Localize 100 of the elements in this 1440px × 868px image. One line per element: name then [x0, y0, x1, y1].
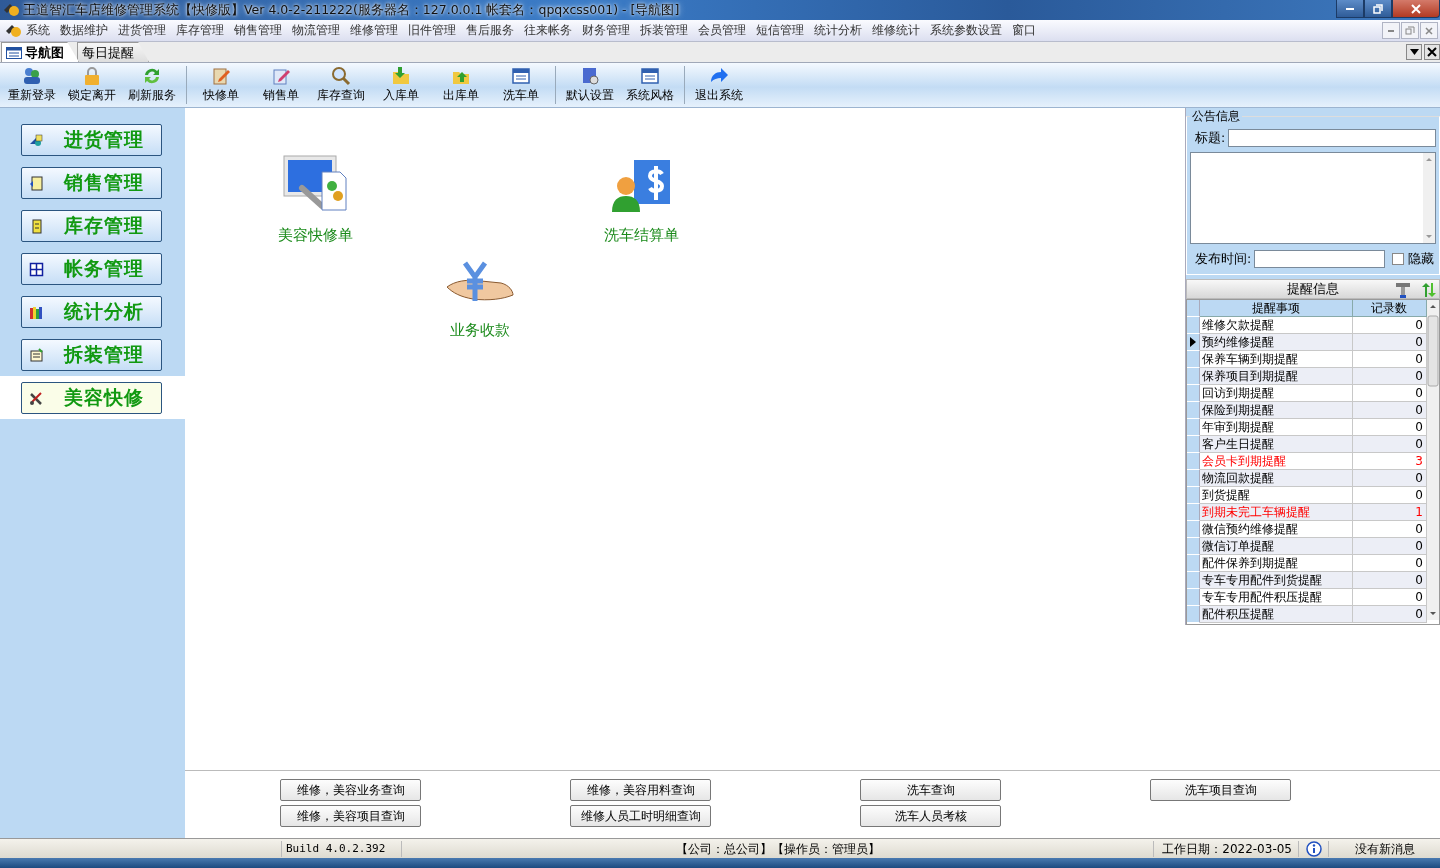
document-icon: [29, 175, 44, 191]
info-icon: [1305, 840, 1322, 857]
shortcut-item[interactable]: 美容快修单: [255, 152, 375, 245]
minimize-icon: [1346, 7, 1354, 10]
toolbar-button[interactable]: 出库单: [431, 63, 491, 107]
message-label: 没有新消息: [1353, 840, 1416, 857]
close-icon: [1427, 47, 1437, 57]
panel-title: 提醒信息: [1287, 280, 1339, 298]
menu-item[interactable]: 统计分析: [809, 23, 867, 38]
column-header[interactable]: 记录数: [1353, 300, 1427, 317]
menu-item[interactable]: 拆装管理: [635, 23, 693, 38]
shortcut-item[interactable]: 业务收款: [420, 247, 540, 340]
toolbar-button[interactable]: 退出系统: [689, 63, 749, 107]
restore-button[interactable]: [1364, 0, 1392, 18]
toolbar-button[interactable]: 快修单: [191, 63, 251, 107]
app-icon: [5, 23, 21, 38]
table-cell: 0: [1353, 538, 1427, 555]
table-cell: 预约维修提醒: [1200, 334, 1353, 351]
table-cell: 微信订单提醒: [1200, 538, 1353, 555]
menu-item[interactable]: 往来帐务: [519, 23, 577, 38]
minimize-icon: [1388, 29, 1394, 32]
menu-item[interactable]: 短信管理: [751, 23, 809, 38]
menu-item[interactable]: 物流管理: [287, 23, 345, 38]
column-header[interactable]: 提醒事项: [1200, 300, 1353, 317]
date-field[interactable]: [1254, 250, 1385, 268]
menu-item[interactable]: 财务管理: [577, 23, 635, 38]
settings-icon: [580, 66, 600, 86]
sidebar-item[interactable]: 美容快修: [21, 382, 162, 414]
table-cell: 0: [1353, 334, 1427, 351]
tab[interactable]: 每日提醒: [77, 42, 149, 62]
dropdown-button[interactable]: [1406, 44, 1422, 60]
query-button[interactable]: 洗车项目查询: [1150, 779, 1291, 801]
table-cell: 保险到期提醒: [1200, 402, 1353, 419]
restore-icon: [1373, 3, 1383, 14]
tab[interactable]: 导航图: [1, 42, 79, 62]
panel-title: 公告信息: [1191, 108, 1241, 125]
tools-icon: [29, 390, 44, 406]
query-button[interactable]: 洗车查询: [860, 779, 1001, 801]
toolbar-button[interactable]: 洗车单: [491, 63, 551, 107]
menu-item[interactable]: 系统参数设置: [925, 23, 1007, 38]
query-button[interactable]: 维修，美容项目查询: [280, 805, 421, 827]
menu-item[interactable]: 销售管理: [229, 23, 287, 38]
notepad-icon: [29, 347, 44, 363]
toolbar-button[interactable]: 入库单: [371, 63, 431, 107]
window-icon: [511, 66, 531, 86]
query-button[interactable]: 维修，美容业务查询: [280, 779, 421, 801]
refresh-icon[interactable]: [1421, 282, 1437, 298]
menu-item[interactable]: 维修统计: [867, 23, 925, 38]
app-icon: [3, 2, 19, 18]
menu-item[interactable]: 旧件管理: [403, 23, 461, 38]
toolbar-button[interactable]: 销售单: [251, 63, 311, 107]
menu-item[interactable]: 系统: [21, 23, 55, 38]
clipboard-icon: [211, 66, 231, 86]
grid-icon: [29, 261, 44, 277]
checkbox[interactable]: [1392, 253, 1404, 265]
shortcut-item[interactable]: 洗车结算单: [581, 152, 701, 245]
close-button[interactable]: [1424, 44, 1440, 60]
checkbox-label: 隐藏: [1408, 250, 1434, 268]
books-icon: [29, 304, 44, 320]
close-icon: [1424, 25, 1434, 36]
table-cell: 0: [1353, 606, 1427, 623]
toolbar-button[interactable]: 刷新服务: [122, 63, 182, 107]
refresh-icon: [142, 66, 162, 86]
table-cell: 物流回款提醒: [1200, 470, 1353, 487]
folder-icon: [391, 66, 411, 86]
menu-item[interactable]: 维修管理: [345, 23, 403, 38]
title-field[interactable]: [1228, 129, 1436, 147]
menu-item[interactable]: 会员管理: [693, 23, 751, 38]
query-button[interactable]: 维修人员工时明细查询: [570, 805, 711, 827]
query-button[interactable]: 维修，美容用料查询: [570, 779, 711, 801]
toolbar-button[interactable]: 库存查询: [311, 63, 371, 107]
users-icon: [22, 66, 42, 86]
toolbar-button[interactable]: 默认设置: [560, 63, 620, 107]
menu-item[interactable]: 进货管理: [113, 23, 171, 38]
menu-item[interactable]: 售后服务: [461, 23, 519, 38]
minimize-button[interactable]: [1336, 0, 1364, 18]
window-title: 王道智汇车店维修管理系统【快修版】Ver 4.0-2-211222(服务器名：127.0.0.1 帐套名：qpqxcss001) - [导航图]: [23, 1, 680, 19]
menu-item[interactable]: 数据维护: [55, 23, 113, 38]
work-date-label: 工作日期：2022-03-05: [1154, 840, 1299, 857]
table-cell: 0: [1353, 572, 1427, 589]
pencil-icon: [271, 66, 291, 86]
build-label: Build 4.0.2.392: [282, 840, 402, 857]
table-cell: 保养项目到期提醒: [1200, 368, 1353, 385]
menu-item[interactable]: 库存管理: [171, 23, 229, 38]
close-icon: [1411, 3, 1421, 14]
table-cell: 到期未完工车辆提醒: [1200, 504, 1353, 521]
field-label: 发布时间:: [1195, 250, 1252, 268]
table-cell: 1: [1353, 504, 1427, 521]
query-button[interactable]: 洗车人员考核: [860, 805, 1001, 827]
menu-item[interactable]: 窗口: [1007, 23, 1041, 38]
row-pointer-icon: [1190, 337, 1196, 347]
content-field[interactable]: [1190, 152, 1436, 244]
hammer-icon[interactable]: [1395, 282, 1411, 298]
table-cell: 0: [1353, 436, 1427, 453]
toolbar-button[interactable]: 系统风格: [620, 63, 680, 107]
monitor-wrench-icon: [282, 154, 348, 214]
close-button[interactable]: [1392, 0, 1440, 18]
caret-icon: [1409, 49, 1419, 55]
toolbar-button[interactable]: 重新登录: [2, 63, 62, 107]
toolbar-button[interactable]: 锁定离开: [62, 63, 122, 107]
